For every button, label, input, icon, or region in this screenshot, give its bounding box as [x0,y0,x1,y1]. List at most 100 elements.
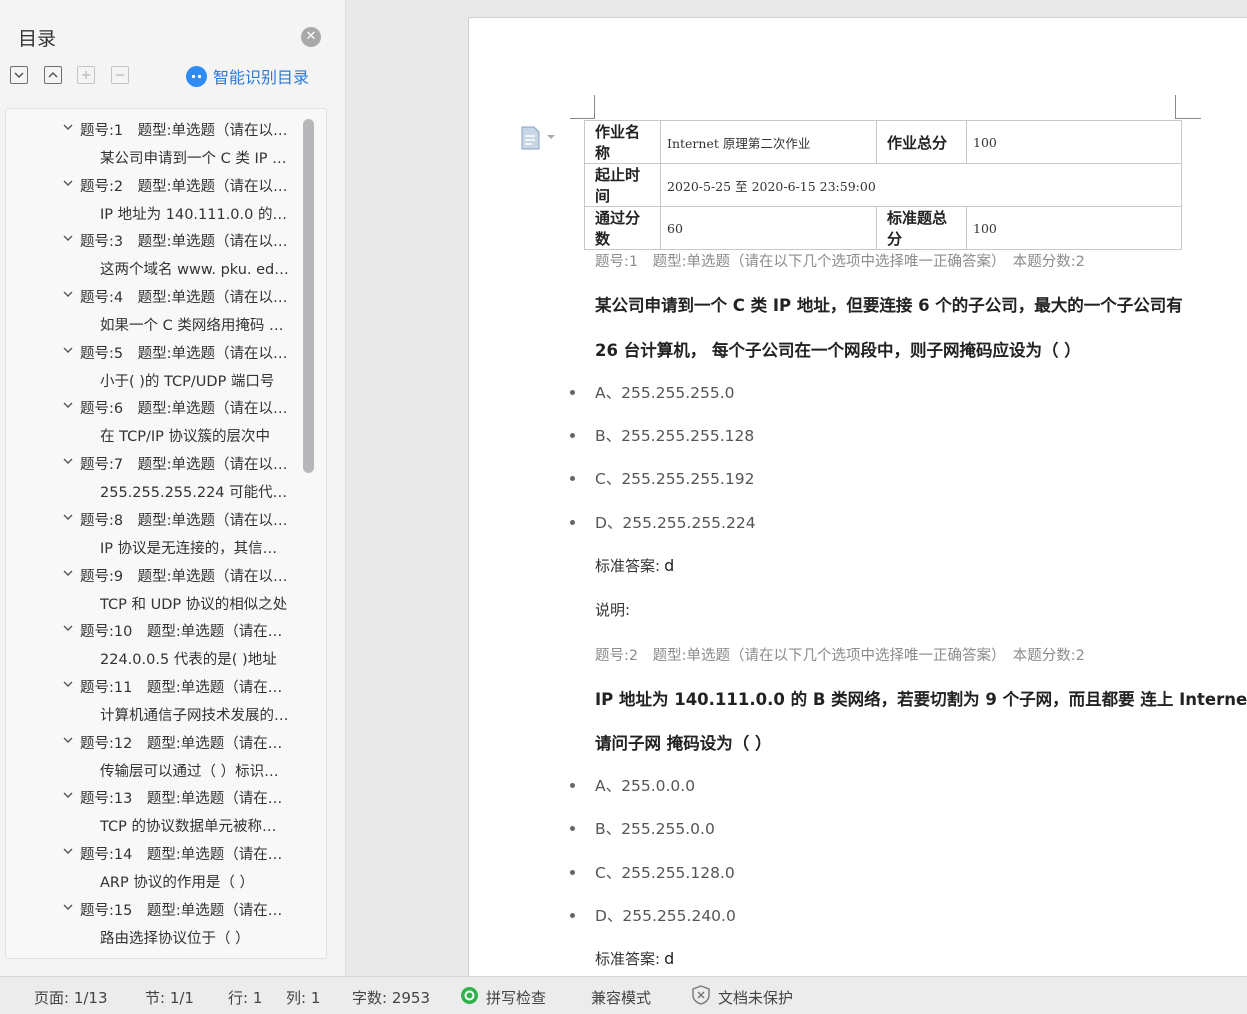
bullet-icon [570,389,575,395]
chevron-up-icon [48,71,58,78]
option-text: D、255.255.240.0 [595,907,736,925]
expand-all-button[interactable] [10,66,28,84]
toc-scrollbar[interactable] [303,119,314,473]
bullet-icon [570,519,575,525]
status-section: 节: 1/1 [145,989,194,1007]
page-corner-mark [594,95,595,119]
time-label: 起止时间 [584,163,661,207]
option-text: B、255.255.0.0 [595,820,715,838]
answer-label: 标准答案: [595,557,661,575]
toc-item-heading[interactable]: 题号:5 题型:单选题（请在以下几个选项中选择唯一正确答案） [62,342,294,364]
option-text: D、255.255.255.224 [595,514,756,532]
toc-item[interactable]: 题号:5 题型:单选题（请在以下几个选项中选择唯一正确答案）小于( )的 TCP… [6,332,326,390]
bullet-icon [570,825,575,831]
plus-icon [82,71,90,79]
spell-check-icon [461,987,478,1004]
status-page[interactable]: 页面: 1/13 [34,987,108,1008]
option-item: D、255.255.240.0 [570,904,736,926]
toc-item-heading[interactable]: 题号:8 题型:单选题（请在以下几个选项中选择唯一正确答案） [62,509,294,531]
smart-recognize-icon [186,65,207,87]
total-label: 作业总分 [876,120,967,164]
toc-item[interactable]: 题号:3 题型:单选题（请在以下几个选项中选择唯一正确答案）这两个域名 www.… [6,220,326,278]
page-corner-mark [1175,95,1176,119]
answer-line: 标准答案: d [595,555,674,576]
close-icon[interactable]: ✕ [301,27,321,47]
toc-item-heading-text: 题号:11 题型:单选题（请在以下几个选项中选择唯一正确答案） [80,679,294,696]
spell-check-button[interactable]: 拼写检查 [486,987,546,1008]
toc-item[interactable]: 题号:1 题型:单选题（请在以下几个选项中选择唯一正确答案）某公司申请到一个 C… [6,109,326,167]
toc-item-heading-text: 题号:2 题型:单选题（请在以下几个选项中选择唯一正确答案） [80,178,294,195]
option-item: A、255.0.0.0 [570,774,695,796]
name-label: 作业名称 [584,120,661,164]
question-stem: 某公司申请到一个 C 类 IP 地址，但要连接 6 个的子公司，最大的一个子公司… [595,296,1183,315]
bullet-icon [570,432,575,438]
toc-item[interactable]: 题号:13 题型:单选题（请在以下几个选项中选择唯一正确答案）TCP 的协议数据… [6,777,326,835]
toc-item[interactable]: 题号:8 题型:单选题（请在以下几个选项中选择唯一正确答案）IP 协议是无连接的… [6,499,326,557]
time-value: 2020-5-25 至 2020-6-15 23:59:00 [660,163,1182,207]
question-stem: 请问子网 掩码设为（ ） [595,734,772,753]
toc-item-heading-text: 题号:13 题型:单选题（请在以下几个选项中选择唯一正确答案） [80,791,294,808]
bullet-icon [570,912,575,918]
question-meta: 题号:2 题型:单选题（请在以下几个选项中选择唯一正确答案） 本题分数:2 [595,648,1085,664]
toc-item-heading[interactable]: 题号:9 题型:单选题（请在以下几个选项中选择唯一正确答案） [62,565,294,587]
pass-value: 60 [660,206,877,250]
toc-item-heading-text: 题号:8 题型:单选题（请在以下几个选项中选择唯一正确答案） [80,512,294,529]
toc-item-heading[interactable]: 题号:7 题型:单选题（请在以下几个选项中选择唯一正确答案） [62,453,294,475]
toc-item[interactable]: 题号:10 题型:单选题（请在以下几个选项中选择唯一正确答案）224.0.0.5… [6,610,326,668]
toc-item[interactable]: 题号:12 题型:单选题（请在以下几个选项中选择唯一正确答案）传输层可以通过（ … [6,722,326,780]
add-heading-button[interactable] [77,66,95,84]
question-stem: IP 地址为 140.111.0.0 的 B 类网络，若要切割为 9 个子网，而… [595,690,1247,709]
toc-subitem[interactable]: 路由选择协议位于（ ） [100,927,290,948]
answer-line: 标准答案: d [595,948,674,969]
toc-item[interactable]: 题号:11 题型:单选题（请在以下几个选项中选择唯一正确答案）计算机通信子网技术… [6,666,326,724]
toc-item-heading[interactable]: 题号:12 题型:单选题（请在以下几个选项中选择唯一正确答案） [62,732,294,754]
toc-item-heading[interactable]: 题号:4 题型:单选题（请在以下几个选项中选择唯一正确答案） [62,286,294,308]
bullet-icon [570,475,575,481]
toc-item-heading[interactable]: 题号:3 题型:单选题（请在以下几个选项中选择唯一正确答案） [62,230,294,252]
toc-item-heading[interactable]: 题号:15 题型:单选题（请在以下几个选项中选择唯一正确答案） [62,899,294,921]
toc-item[interactable]: 题号:6 题型:单选题（请在以下几个选项中选择唯一正确答案）在 TCP/IP 协… [6,387,326,445]
toc-item-heading-text: 题号:12 题型:单选题（请在以下几个选项中选择唯一正确答案） [80,735,294,752]
option-item: B、255.255.255.128 [570,424,754,446]
toc-item[interactable]: 题号:2 题型:单选题（请在以下几个选项中选择唯一正确答案）IP 地址为 140… [6,165,326,223]
status-column: 列: 1 [286,989,321,1007]
name-value: Internet 原理第二次作业 [660,120,877,164]
toc-item-heading[interactable]: 题号:14 题型:单选题（请在以下几个选项中选择唯一正确答案） [62,843,294,865]
toc-item-heading[interactable]: 题号:2 题型:单选题（请在以下几个选项中选择唯一正确答案） [62,175,294,197]
doc-protect-button[interactable]: 文档未保护 [718,987,793,1008]
status-word-count[interactable]: 字数: 2953 [352,987,430,1008]
toc-item[interactable]: 题号:15 题型:单选题（请在以下几个选项中选择唯一正确答案） 路由选择协议位于（… [6,889,326,948]
toc-item-heading[interactable]: 题号:13 题型:单选题（请在以下几个选项中选择唯一正确答案） [62,787,294,809]
option-text: B、255.255.255.128 [595,427,755,445]
toc-item-heading-text: 题号:1 题型:单选题（请在以下几个选项中选择唯一正确答案） [80,123,294,139]
smart-toc-button[interactable]: 智能识别目录 [186,65,309,87]
toc-item-heading-text: 题号:10 题型:单选题（请在以下几个选项中选择唯一正确答案） [80,624,294,641]
page-corner-mark [1175,118,1201,119]
toc-item[interactable]: 题号:14 题型:单选题（请在以下几个选项中选择唯一正确答案）ARP 协议的作用… [6,833,326,891]
remove-heading-button[interactable] [111,66,129,84]
minus-icon [116,74,124,76]
pass-label: 通过分数 [584,206,661,250]
toc-item-heading[interactable]: 题号:11 题型:单选题（请在以下几个选项中选择唯一正确答案） [62,676,294,698]
explain-label: 说明: [595,601,631,619]
toc-item-heading[interactable]: 题号:6 题型:单选题（请在以下几个选项中选择唯一正确答案） [62,397,294,419]
shield-icon [690,985,712,1005]
compat-mode-label: 兼容模式 [591,989,652,1007]
option-item: B、255.255.0.0 [570,817,715,839]
question-meta: 题号:1 题型:单选题（请在以下几个选项中选择唯一正确答案） 本题分数:2 [595,254,1085,270]
std-total-label: 标准题总分 [876,206,967,250]
status-bar: 页面: 1/13 节: 1/1 行: 1 列: 1 字数: 2953 拼写检查 … [0,976,1247,1014]
toc-item[interactable]: 题号:7 题型:单选题（请在以下几个选项中选择唯一正确答案）255.255.25… [6,443,326,501]
toc-item-heading-text: 题号:7 题型:单选题（请在以下几个选项中选择唯一正确答案） [80,457,294,474]
status-line: 行: 1 [228,989,263,1007]
answer-label: 标准答案: [595,950,661,968]
toc-item[interactable]: 题号:4 题型:单选题（请在以下几个选项中选择唯一正确答案）如果一个 C 类网络… [6,276,326,334]
collapse-all-button[interactable] [44,66,62,84]
toc-item-heading[interactable]: 题号:1 题型:单选题（请在以下几个选项中选择唯一正确答案） [62,119,294,141]
option-item: C、255.255.255.192 [570,467,754,489]
homework-info-table: 作业名称 Internet 原理第二次作业 作业总分 100 起止时间 2020… [584,120,1182,250]
toc-title: 目录 [18,28,57,50]
document-icon[interactable] [520,126,560,150]
toc-item-heading[interactable]: 题号:10 题型:单选题（请在以下几个选项中选择唯一正确答案） [62,620,294,642]
toc-item[interactable]: 题号:9 题型:单选题（请在以下几个选项中选择唯一正确答案）TCP 和 UDP … [6,555,326,613]
